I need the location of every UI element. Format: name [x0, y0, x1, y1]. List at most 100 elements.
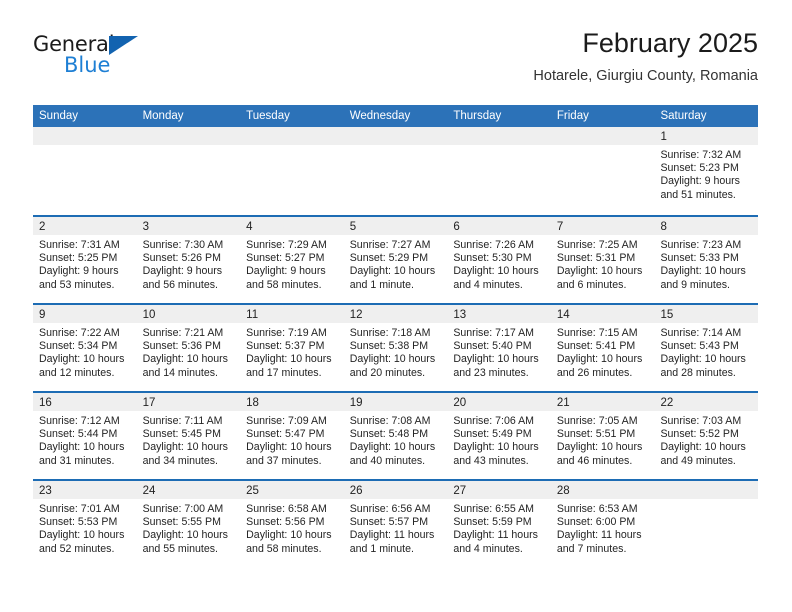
day-number-band: 4 [240, 217, 344, 235]
sunset-text: Sunset: 6:00 PM [556, 516, 636, 529]
day-sun-info: Sunrise: 7:18 AM Sunset: 5:38 PM Daylight:… [344, 323, 448, 380]
daylight-text-cont: and 1 minute. [349, 278, 414, 291]
calendar-week-row: 9 Sunrise: 7:22 AM Sunset: 5:34 PM Daylight… [33, 303, 759, 391]
day-number: 4 [246, 221, 253, 233]
sunrise-text: Sunrise: 7:06 AM [453, 415, 534, 427]
sunset-text: Sunset: 5:41 PM [556, 340, 636, 353]
calendar-day-cell[interactable]: 16 Sunrise: 7:12 AM Sunset: 5:44 PM Dayligh… [33, 393, 137, 479]
daylight-text: Daylight: 10 hours [39, 441, 125, 454]
sunrise-text: Sunrise: 7:11 AM [142, 415, 223, 427]
sunset-text: Sunset: 5:26 PM [142, 252, 221, 265]
daylight-text: Daylight: 10 hours [556, 353, 643, 366]
weekday-header-tuesday: Tuesday [246, 110, 290, 122]
sunset-text: Sunset: 5:37 PM [246, 340, 325, 353]
daylight-text: Daylight: 9 hours [660, 175, 740, 188]
sunset-text: Sunset: 5:25 PM [39, 252, 118, 265]
calendar-weeks: 1 Sunrise: 7:32 AM Sunset: 5:23 PM Daylight… [33, 127, 759, 567]
day-number: 26 [349, 485, 363, 497]
sunrise-text: Sunrise: 7:01 AM [39, 503, 120, 515]
calendar-day-cell[interactable]: 10 Sunrise: 7:21 AM Sunset: 5:36 PM Dayligh… [136, 305, 241, 391]
calendar-day-cell[interactable]: 18 Sunrise: 7:09 AM Sunset: 5:47 PM Dayligh… [240, 393, 344, 479]
daylight-text-cont: and 55 minutes. [142, 542, 218, 555]
day-number-band [136, 127, 241, 145]
day-number-band: 2 [33, 217, 137, 235]
calendar-day-cell-empty [550, 127, 655, 215]
daylight-text: Daylight: 11 hours [453, 529, 538, 542]
daylight-text-cont: and 53 minutes. [39, 278, 115, 291]
calendar-day-cell[interactable]: 25 Sunrise: 6:58 AM Sunset: 5:56 PM Dayligh… [240, 481, 344, 567]
sunrise-text: Sunrise: 6:58 AM [246, 503, 327, 515]
calendar-day-cell[interactable]: 14 Sunrise: 7:15 AM Sunset: 5:41 PM Dayligh… [550, 305, 655, 391]
day-sun-info: Sunrise: 7:32 AM Sunset: 5:23 PM Daylight:… [654, 145, 758, 202]
daylight-text-cont: and 12 minutes. [39, 366, 115, 379]
calendar-day-cell[interactable]: 5 Sunrise: 7:27 AM Sunset: 5:29 PM Daylight… [343, 217, 448, 303]
daylight-text: Daylight: 10 hours [39, 529, 125, 542]
sunset-text: Sunset: 5:27 PM [246, 252, 325, 265]
daylight-text: Daylight: 10 hours [349, 441, 436, 454]
day-number: 7 [556, 221, 564, 233]
sunset-text: Sunset: 5:53 PM [39, 516, 118, 529]
day-sun-info: Sunrise: 7:15 AM Sunset: 5:41 PM Daylight:… [551, 323, 655, 380]
calendar-day-cell[interactable]: 24 Sunrise: 7:00 AM Sunset: 5:55 PM Dayligh… [136, 481, 241, 567]
day-number-band: 15 [654, 305, 759, 323]
day-number-band: 19 [343, 393, 448, 411]
day-number-band: 11 [240, 305, 344, 323]
calendar-day-cell[interactable]: 27 Sunrise: 6:55 AM Sunset: 5:59 PM Dayligh… [447, 481, 551, 567]
calendar-day-cell[interactable]: 4 Sunrise: 7:29 AM Sunset: 5:27 PM Daylight… [240, 217, 344, 303]
daylight-text-cont: and 56 minutes. [142, 278, 218, 291]
sunset-text: Sunset: 5:55 PM [142, 516, 221, 529]
day-sun-info: Sunrise: 7:06 AM Sunset: 5:49 PM Daylight:… [447, 411, 551, 468]
day-sun-info: Sunrise: 7:22 AM Sunset: 5:34 PM Daylight:… [33, 323, 137, 380]
weekday-header-friday: Friday [556, 110, 589, 122]
daylight-text: Daylight: 10 hours [660, 441, 746, 454]
calendar-day-cell[interactable]: 17 Sunrise: 7:11 AM Sunset: 5:45 PM Dayligh… [136, 393, 241, 479]
calendar-day-cell[interactable]: 12 Sunrise: 7:18 AM Sunset: 5:38 PM Dayligh… [343, 305, 448, 391]
weekday-header-thursday: Thursday [453, 110, 502, 122]
calendar-day-cell[interactable]: 26 Sunrise: 6:56 AM Sunset: 5:57 PM Dayligh… [343, 481, 448, 567]
day-sun-info: Sunrise: 7:29 AM Sunset: 5:27 PM Daylight:… [240, 235, 344, 292]
triangle-icon [109, 36, 138, 55]
calendar-day-cell[interactable]: 13 Sunrise: 7:17 AM Sunset: 5:40 PM Dayligh… [447, 305, 551, 391]
day-sun-info: Sunrise: 7:14 AM Sunset: 5:43 PM Daylight:… [654, 323, 758, 380]
day-number: 23 [39, 485, 52, 497]
calendar-day-cell[interactable]: 21 Sunrise: 7:05 AM Sunset: 5:51 PM Dayligh… [550, 393, 655, 479]
calendar-day-cell[interactable]: 1 Sunrise: 7:32 AM Sunset: 5:23 PM Daylight… [654, 127, 759, 215]
daylight-text-cont: and 52 minutes. [39, 542, 115, 555]
daylight-text-cont: and 31 minutes. [39, 454, 115, 467]
general-blue-logo[interactable]: General Blue [33, 34, 153, 86]
calendar-day-cell[interactable]: 22 Sunrise: 7:03 AM Sunset: 5:52 PM Dayligh… [654, 393, 759, 479]
sunrise-text: Sunrise: 7:29 AM [246, 239, 327, 251]
day-number-band: 1 [654, 127, 759, 145]
sunrise-text: Sunrise: 7:08 AM [349, 415, 431, 427]
day-sun-info: Sunrise: 7:30 AM Sunset: 5:26 PM Daylight:… [137, 235, 241, 292]
day-number: 11 [246, 309, 259, 321]
sunrise-text: Sunrise: 7:23 AM [660, 239, 742, 251]
calendar-day-cell[interactable]: 20 Sunrise: 7:06 AM Sunset: 5:49 PM Dayligh… [447, 393, 551, 479]
day-number-band: 22 [654, 393, 759, 411]
sunset-text: Sunset: 5:47 PM [246, 428, 325, 441]
calendar-day-cell[interactable]: 7 Sunrise: 7:25 AM Sunset: 5:31 PM Daylight… [550, 217, 655, 303]
calendar-day-cell[interactable]: 15 Sunrise: 7:14 AM Sunset: 5:43 PM Dayligh… [654, 305, 759, 391]
calendar-day-cell[interactable]: 28 Sunrise: 6:53 AM Sunset: 6:00 PM Dayligh… [550, 481, 655, 567]
calendar-day-cell[interactable]: 8 Sunrise: 7:23 AM Sunset: 5:33 PM Daylight… [654, 217, 759, 303]
calendar-day-cell[interactable]: 23 Sunrise: 7:01 AM Sunset: 5:53 PM Dayligh… [33, 481, 137, 567]
weekday-header-monday: Monday [142, 110, 184, 122]
logo-text-general: General [33, 32, 115, 56]
day-number: 17 [142, 397, 156, 409]
calendar-day-cell[interactable]: 6 Sunrise: 7:26 AM Sunset: 5:30 PM Daylight… [447, 217, 551, 303]
sunrise-text: Sunrise: 7:25 AM [556, 239, 638, 251]
day-number: 9 [39, 309, 46, 321]
day-sun-info: Sunrise: 7:01 AM Sunset: 5:53 PM Daylight:… [33, 499, 137, 556]
daylight-text: Daylight: 9 hours [246, 265, 326, 278]
daylight-text-cont: and 34 minutes. [142, 454, 218, 467]
daylight-text-cont: and 4 minutes. [453, 542, 523, 555]
calendar-day-cell[interactable]: 11 Sunrise: 7:19 AM Sunset: 5:37 PM Dayligh… [240, 305, 344, 391]
sunset-text: Sunset: 5:33 PM [660, 252, 739, 265]
weekday-header-wednesday: Wednesday [349, 110, 411, 122]
calendar-day-cell[interactable]: 3 Sunrise: 7:30 AM Sunset: 5:26 PM Daylight… [136, 217, 241, 303]
calendar-day-cell[interactable]: 19 Sunrise: 7:08 AM Sunset: 5:48 PM Dayligh… [343, 393, 448, 479]
calendar-day-cell[interactable]: 2 Sunrise: 7:31 AM Sunset: 5:25 PM Daylight… [33, 217, 137, 303]
daylight-text-cont: and 28 minutes. [660, 366, 736, 379]
daylight-text-cont: and 14 minutes. [142, 366, 218, 379]
calendar-day-cell[interactable]: 9 Sunrise: 7:22 AM Sunset: 5:34 PM Daylight… [33, 305, 137, 391]
